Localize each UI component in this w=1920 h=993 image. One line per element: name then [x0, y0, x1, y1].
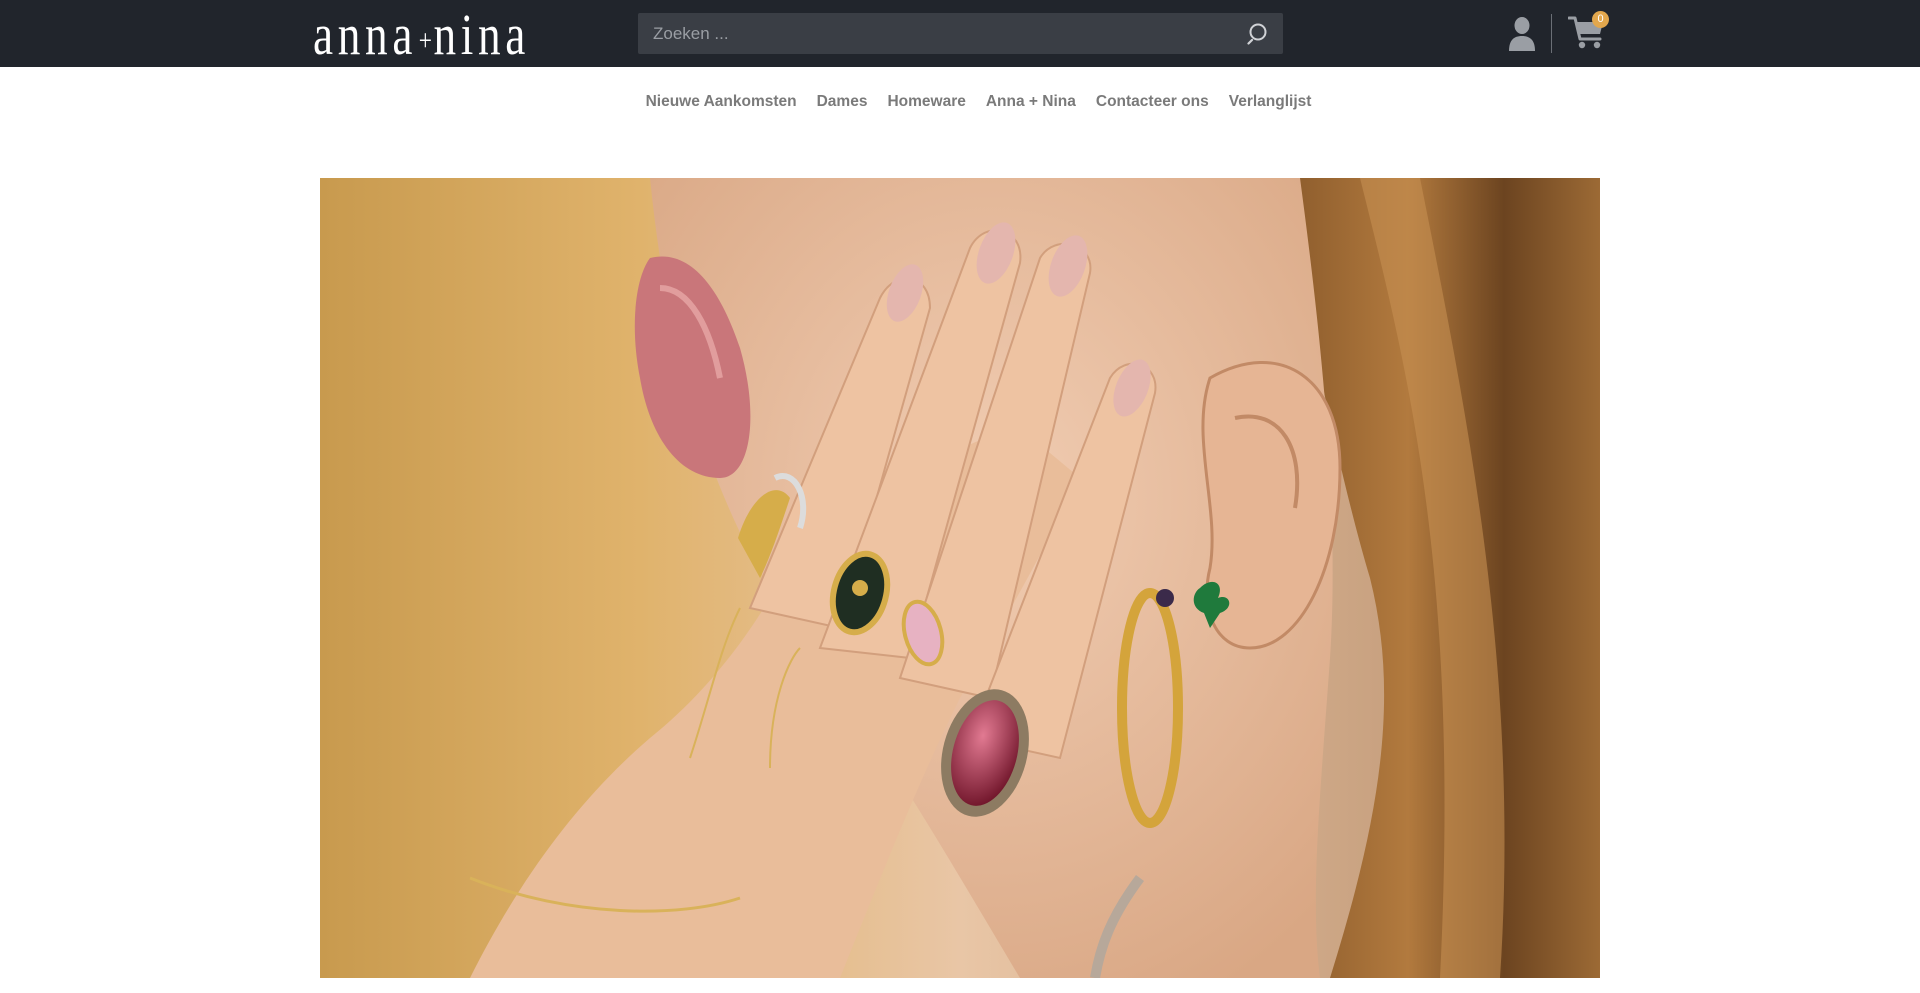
nav-item-dames[interactable]: Dames	[817, 88, 868, 116]
nav-item-contacteer-ons[interactable]: Contacteer ons	[1096, 88, 1209, 116]
nav-item-homeware[interactable]: Homeware	[887, 88, 965, 116]
logo-text-anna: anna	[313, 2, 418, 67]
logo-plus: +	[418, 24, 432, 57]
logo-text-nina: nina	[433, 2, 531, 67]
nav-item-verlanglijst[interactable]: Verlanglijst	[1229, 88, 1312, 116]
account-button[interactable]	[1505, 16, 1539, 52]
brand-logo[interactable]: anna + nina	[313, 2, 530, 64]
hero-photo	[320, 178, 1600, 978]
header-divider	[1551, 14, 1552, 53]
cart-count-badge: 0	[1592, 11, 1609, 28]
search-bar	[638, 13, 1283, 54]
main-navigation: Nieuwe Aankomsten Dames Homeware Anna + …	[0, 88, 1920, 116]
nav-item-nieuwe-aankomsten[interactable]: Nieuwe Aankomsten	[646, 88, 797, 116]
search-input[interactable]	[638, 13, 1233, 54]
search-button[interactable]	[1247, 21, 1273, 47]
user-icon	[1509, 17, 1535, 51]
nav-item-anna-nina[interactable]: Anna + Nina	[986, 88, 1076, 116]
hero-banner-image[interactable]	[320, 178, 1600, 978]
top-header: anna + nina 0	[0, 0, 1920, 67]
search-icon	[1247, 23, 1267, 45]
